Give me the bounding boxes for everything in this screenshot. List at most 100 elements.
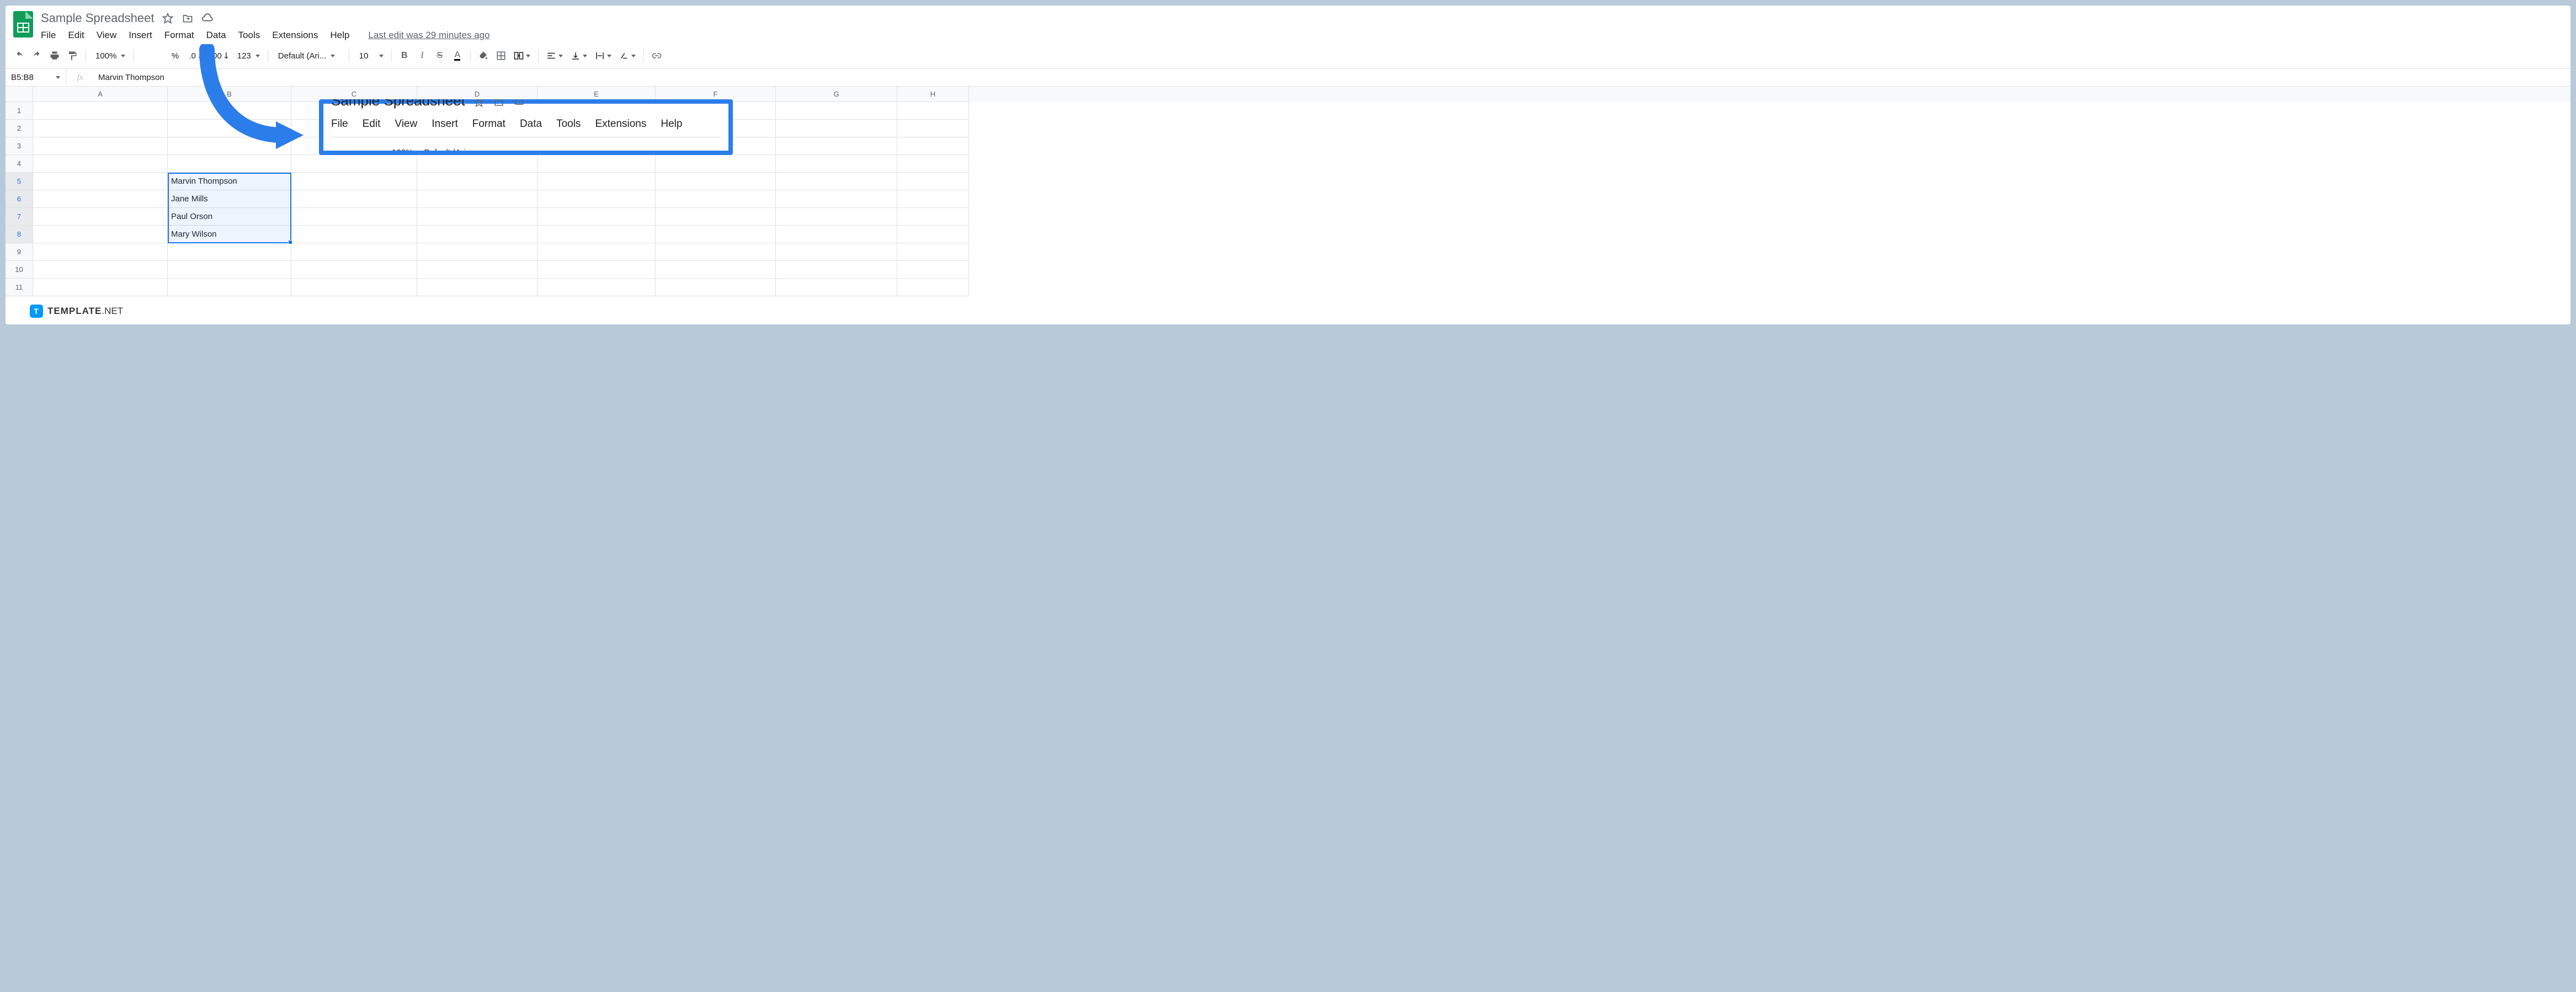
cell[interactable]: [33, 261, 168, 279]
cell[interactable]: [776, 226, 897, 243]
cell[interactable]: [291, 173, 417, 190]
cell[interactable]: [33, 208, 168, 226]
italic-button[interactable]: I: [414, 47, 430, 64]
row-header[interactable]: 8: [6, 226, 33, 243]
cell[interactable]: [776, 102, 897, 120]
borders-button[interactable]: [493, 47, 509, 64]
row-header[interactable]: 6: [6, 190, 33, 208]
formula-input[interactable]: Marvin Thompson: [94, 73, 2570, 82]
col-header-G[interactable]: G: [776, 87, 897, 102]
cell[interactable]: [537, 155, 656, 173]
row-header[interactable]: 10: [6, 261, 33, 279]
cell[interactable]: [168, 261, 291, 279]
cell[interactable]: [417, 208, 537, 226]
cell[interactable]: [776, 137, 897, 155]
increase-decimal-button[interactable]: .00: [206, 47, 231, 64]
cell[interactable]: [776, 120, 897, 137]
zoom-dropdown[interactable]: 100%: [90, 51, 129, 61]
cell[interactable]: [537, 190, 656, 208]
cell-B5[interactable]: Marvin Thompson: [168, 173, 291, 190]
cell[interactable]: [656, 155, 776, 173]
cell[interactable]: [417, 226, 537, 243]
cell[interactable]: [291, 155, 417, 173]
cell[interactable]: [537, 279, 656, 296]
cell[interactable]: [33, 155, 168, 173]
menu-file[interactable]: File: [41, 30, 56, 41]
cell[interactable]: [656, 243, 776, 261]
menu-tools[interactable]: Tools: [238, 30, 260, 41]
cell[interactable]: [776, 190, 897, 208]
cell[interactable]: [897, 243, 969, 261]
strikethrough-button[interactable]: S: [432, 47, 448, 64]
cell[interactable]: [417, 190, 537, 208]
menu-insert[interactable]: Insert: [129, 30, 152, 41]
cell[interactable]: [417, 279, 537, 296]
h-align-dropdown[interactable]: [543, 51, 566, 61]
cell[interactable]: [417, 173, 537, 190]
col-header-H[interactable]: H: [897, 87, 969, 102]
cell-B8[interactable]: Mary Wilson: [168, 226, 291, 243]
cell[interactable]: [417, 243, 537, 261]
cell[interactable]: [291, 226, 417, 243]
move-folder-icon[interactable]: [182, 12, 194, 24]
row-header[interactable]: 5: [6, 173, 33, 190]
cell[interactable]: [776, 243, 897, 261]
text-rotation-dropdown[interactable]: [616, 51, 639, 61]
number-format-dropdown[interactable]: 123: [232, 51, 263, 61]
paint-format-button[interactable]: [64, 47, 81, 64]
cell[interactable]: [168, 279, 291, 296]
row-header[interactable]: 3: [6, 137, 33, 155]
cell[interactable]: [897, 155, 969, 173]
menu-edit[interactable]: Edit: [68, 30, 84, 41]
cell[interactable]: [897, 190, 969, 208]
v-align-dropdown[interactable]: [567, 51, 590, 61]
text-wrap-dropdown[interactable]: [592, 51, 615, 61]
cell[interactable]: [656, 190, 776, 208]
row-header[interactable]: 9: [6, 243, 33, 261]
format-percent-button[interactable]: %: [167, 47, 183, 64]
cell[interactable]: [33, 173, 168, 190]
cell[interactable]: [537, 226, 656, 243]
cloud-status-icon[interactable]: [201, 12, 214, 24]
col-header-B[interactable]: B: [168, 87, 291, 102]
cell[interactable]: [537, 208, 656, 226]
star-icon[interactable]: [162, 12, 174, 24]
cell[interactable]: [291, 279, 417, 296]
cell[interactable]: [537, 243, 656, 261]
fill-color-button[interactable]: [475, 47, 492, 64]
sheets-logo[interactable]: [12, 10, 34, 39]
cell[interactable]: [291, 190, 417, 208]
cell[interactable]: [776, 173, 897, 190]
cell[interactable]: [897, 120, 969, 137]
cell-B6[interactable]: Jane Mills: [168, 190, 291, 208]
row-header[interactable]: 11: [6, 279, 33, 296]
text-color-button[interactable]: A: [449, 47, 466, 64]
cell[interactable]: [168, 155, 291, 173]
col-header-A[interactable]: A: [33, 87, 168, 102]
merge-cells-dropdown[interactable]: [510, 51, 534, 61]
cell[interactable]: [776, 279, 897, 296]
bold-button[interactable]: B: [396, 47, 413, 64]
insert-link-button[interactable]: [648, 47, 665, 64]
cell[interactable]: [537, 261, 656, 279]
cell[interactable]: [168, 137, 291, 155]
cell[interactable]: [168, 120, 291, 137]
select-all-corner[interactable]: [6, 87, 33, 102]
cell[interactable]: [776, 155, 897, 173]
cell[interactable]: [33, 243, 168, 261]
menu-format[interactable]: Format: [164, 30, 194, 41]
cell[interactable]: [33, 120, 168, 137]
row-header[interactable]: 1: [6, 102, 33, 120]
cell[interactable]: [33, 137, 168, 155]
cell[interactable]: [656, 279, 776, 296]
cell[interactable]: [656, 226, 776, 243]
redo-button[interactable]: [29, 47, 45, 64]
cell[interactable]: [897, 226, 969, 243]
menu-extensions[interactable]: Extensions: [272, 30, 318, 41]
cell[interactable]: [776, 261, 897, 279]
cell[interactable]: [33, 279, 168, 296]
cell[interactable]: [291, 243, 417, 261]
cell[interactable]: [656, 173, 776, 190]
cell[interactable]: [33, 190, 168, 208]
font-size-dropdown[interactable]: 10: [354, 51, 387, 61]
